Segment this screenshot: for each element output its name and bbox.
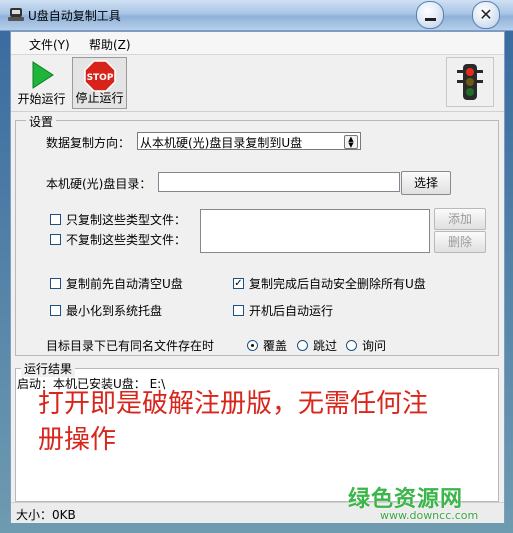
toolbar: 开始运行 STOP 停止运行 <box>11 55 504 112</box>
promo-line-1: 打开即是破解注册版，无需任何注 <box>38 389 429 419</box>
minimize-tray-checkbox[interactable] <box>50 305 61 316</box>
skip-label: 跳过 <box>313 339 338 353</box>
direction-label: 数据复制方向： <box>46 136 131 150</box>
size-status: 大小：0KB <box>16 508 76 522</box>
stop-label: 停止运行 <box>75 91 124 105</box>
only-types-label: 只复制这些类型文件： <box>66 213 187 227</box>
autostart-checkbox[interactable] <box>233 305 244 316</box>
ask-radio[interactable] <box>346 340 357 351</box>
close-button[interactable]: ✕ <box>472 1 500 29</box>
stop-sign-text: STOP <box>86 73 113 83</box>
clear-before-label: 复制前先自动清空U盘 <box>66 277 183 291</box>
exclude-types-checkbox[interactable] <box>50 234 61 245</box>
close-icon: ✕ <box>479 5 493 24</box>
minimize-tray-label: 最小化到系统托盘 <box>66 304 163 318</box>
direction-select[interactable]: 从本机硬(光)盘目录复制到U盘 ▲ ▼ <box>137 132 361 150</box>
stop-sign-icon: STOP <box>83 60 116 92</box>
status-light-panel <box>446 57 494 107</box>
settings-legend: 设置 <box>26 113 57 130</box>
menu-file[interactable]: 文件(Y) <box>29 36 70 53</box>
autostart-label: 开机后自动运行 <box>249 304 334 318</box>
local-dir-input[interactable] <box>158 172 400 192</box>
skip-radio[interactable] <box>297 340 308 351</box>
local-dir-label: 本机硬(光)盘目录： <box>46 177 152 191</box>
start-label: 开始运行 <box>17 92 66 106</box>
minimize-icon <box>424 17 436 21</box>
menu-bar: 文件(Y) 帮助(Z) <box>11 32 504 55</box>
start-button[interactable]: 开始运行 <box>14 57 69 109</box>
overwrite-radio[interactable] <box>247 340 258 351</box>
safe-remove-label: 复制完成后自动安全删除所有U盘 <box>249 277 426 291</box>
window-title: U盘自动复制工具 <box>28 9 121 23</box>
file-types-list[interactable] <box>200 209 430 253</box>
play-icon <box>32 61 54 89</box>
traffic-light-icon <box>457 64 483 100</box>
safe-remove-checkbox[interactable]: ✓ <box>233 278 244 289</box>
exclude-types-label: 不复制这些类型文件： <box>66 233 187 247</box>
promo-overlay-text: 打开即是破解注册版，无需任何注 册操作 <box>38 386 488 458</box>
direction-value: 从本机硬(光)盘目录复制到U盘 <box>140 136 303 150</box>
browse-button[interactable]: 选择 <box>401 171 451 195</box>
title-bar[interactable]: U盘自动复制工具 ✕ <box>0 0 513 31</box>
spin-arrows-icon: ▲ ▼ <box>344 135 358 149</box>
menu-help[interactable]: 帮助(Z) <box>89 36 131 53</box>
minimize-button[interactable] <box>416 1 444 29</box>
ask-label: 询问 <box>362 339 387 353</box>
only-types-checkbox[interactable] <box>50 214 61 225</box>
watermark-url: www.downcc.com <box>380 509 479 522</box>
add-type-button[interactable]: 添加 <box>434 208 486 230</box>
app-window: U盘自动复制工具 ✕ 文件(Y) 帮助(Z) 开始运行 STOP 停止运行 设置… <box>0 0 513 533</box>
overwrite-label: 覆盖 <box>263 339 288 353</box>
conflict-label: 目标目录下已有同名文件存在时 <box>46 339 215 353</box>
clear-before-checkbox[interactable] <box>50 278 61 289</box>
delete-type-button[interactable]: 删除 <box>434 231 486 253</box>
stop-button[interactable]: STOP 停止运行 <box>72 57 127 109</box>
promo-line-2: 册操作 <box>38 425 117 455</box>
usb-drive-icon <box>8 8 24 21</box>
